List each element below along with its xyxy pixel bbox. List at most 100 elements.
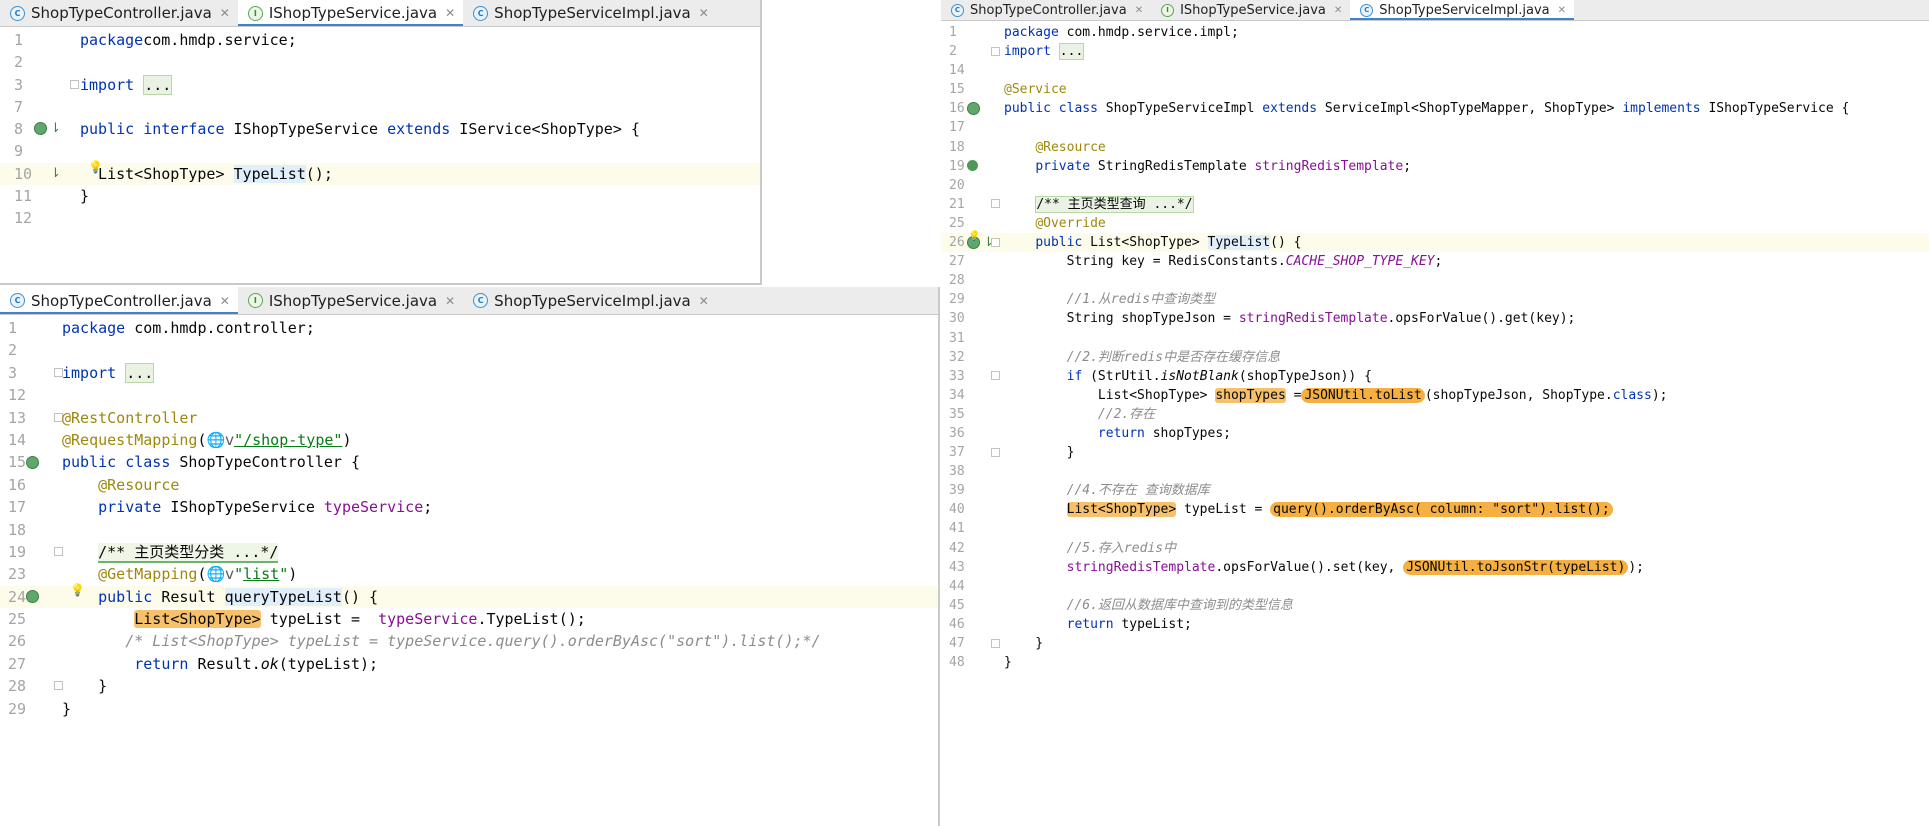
code-token: " — [279, 565, 289, 584]
spring-bean-icon[interactable] — [967, 101, 980, 115]
autowired-bean-icon[interactable] — [967, 160, 978, 172]
editor-pane-top-left: C ShopTypeController.java ✕ I IShopTypeServi… — [0, 0, 762, 285]
code-text: return shopTypes; — [1004, 424, 1231, 443]
code-line: 15 public class ShopTypeController { — [0, 451, 938, 473]
editor-tab[interactable]: I IShopTypeService.java ✕ — [1151, 0, 1350, 20]
code-line: 17 private IShopTypeService typeService; — [0, 496, 938, 518]
code-token: JSONUtil.toJsonStr(typeList) — [1403, 559, 1629, 575]
implemented-method-icon[interactable]: ⇂ — [50, 166, 61, 182]
spring-bean-icon[interactable] — [26, 455, 39, 469]
line-number: 38 — [949, 464, 965, 480]
tab-label: ShopTypeController.java — [970, 2, 1127, 18]
code-text: @Service — [1004, 80, 1067, 99]
line-number: 34 — [949, 387, 965, 403]
code-token: public interface — [80, 120, 225, 139]
editor-tab[interactable]: C ShopTypeServiceImpl.java ✕ — [463, 287, 717, 314]
java-class-icon: C — [1360, 3, 1374, 17]
close-icon[interactable]: ✕ — [220, 6, 230, 20]
code-text: @Resource — [62, 474, 179, 496]
line-number: 45 — [949, 597, 965, 613]
code-text: @Resource — [1004, 138, 1105, 157]
line-number: 16 — [949, 101, 965, 117]
close-icon[interactable]: ✕ — [1334, 5, 1342, 16]
code-token: import — [80, 75, 135, 94]
editor-tab[interactable]: C ShopTypeController.java ✕ — [0, 287, 238, 314]
editor-tab[interactable]: C ShopTypeServiceImpl.java ✕ — [463, 0, 717, 26]
line-number: 25 — [8, 610, 27, 629]
code-token: query().orderByAsc( column: "sort").list… — [1270, 502, 1613, 518]
intention-bulb-icon[interactable]: 💡 — [968, 231, 980, 242]
code-token: stringRedisTemplate — [1254, 158, 1404, 174]
pane-gap — [762, 0, 941, 285]
spring-bean-icon[interactable] — [26, 589, 39, 603]
code-text: String shopTypeJson = stringRedisTemplat… — [1004, 309, 1576, 328]
code-line: 14 @RequestMapping(🌐v"/shop-type") — [0, 429, 938, 451]
code-line: 2 — [0, 339, 938, 361]
fold-toggle-icon[interactable] — [991, 199, 1000, 209]
line-number: 3 — [14, 75, 24, 94]
fold-toggle-icon[interactable] — [991, 447, 1000, 457]
code-editor[interactable]: 1 package com.hmdp.controller; 2 3 import ..… — [0, 315, 938, 720]
code-text: @RestController — [62, 407, 197, 429]
code-line: 3 import ... — [0, 362, 938, 384]
code-text: public List<ShopType> TypeList() { — [1004, 233, 1301, 252]
fold-toggle-icon[interactable] — [991, 371, 1000, 381]
code-text: } — [1004, 653, 1012, 672]
line-number: 46 — [949, 616, 965, 632]
editor-tab[interactable]: C ShopTypeServiceImpl.java ✕ — [1350, 0, 1575, 20]
editor-tab[interactable]: I IShopTypeService.java ✕ — [237, 0, 464, 26]
code-token: List<ShopType> — [134, 610, 261, 629]
close-icon[interactable]: ✕ — [1135, 5, 1143, 16]
editor-tab[interactable]: I IShopTypeService.java ✕ — [238, 287, 463, 314]
editor-tab[interactable]: C ShopTypeController.java ✕ — [0, 0, 238, 26]
close-icon[interactable]: ✕ — [699, 6, 709, 20]
code-token: ok — [260, 654, 279, 673]
code-text: //2.存在 — [1004, 405, 1155, 424]
fold-toggle-icon[interactable] — [70, 79, 79, 89]
close-icon[interactable]: ✕ — [445, 294, 455, 308]
code-token: ); — [1628, 559, 1644, 575]
code-token: import — [1004, 44, 1051, 60]
line-number: 25 — [949, 215, 965, 231]
code-line: 14 — [941, 61, 1929, 80]
close-icon[interactable]: ✕ — [1558, 5, 1566, 16]
line-number: 29 — [8, 699, 27, 718]
code-token: typeList; — [1113, 616, 1192, 632]
line-number: 19 — [8, 542, 27, 561]
editor-tab[interactable]: C ShopTypeController.java ✕ — [941, 0, 1151, 20]
fold-toggle-icon[interactable] — [991, 46, 1000, 56]
code-line: 47 } — [941, 634, 1929, 653]
code-editor[interactable]: 1 package com.hmdp.service.impl; 2 import .… — [941, 21, 1929, 672]
code-text: stringRedisTemplate.opsForValue().set(ke… — [1004, 558, 1644, 577]
overrides-method-icon[interactable]: ⇂ — [983, 235, 994, 251]
code-line: 2 — [0, 51, 760, 73]
code-token: ; — [1434, 254, 1443, 270]
spring-bean-icon[interactable] — [34, 122, 47, 136]
code-line: 7 — [0, 96, 760, 118]
code-text: } — [62, 675, 107, 697]
code-text: } — [80, 185, 89, 207]
code-text: return Result.ok(typeList); — [62, 653, 378, 675]
code-token: ( — [197, 565, 207, 584]
code-editor[interactable]: 1 packagecom.hmdp.service; 2 3 import ... 7 8 ⇂… — [0, 27, 760, 230]
line-number: 12 — [8, 386, 27, 405]
code-token: com.hmdp.service; — [143, 31, 297, 49]
line-number: 37 — [949, 445, 965, 461]
implemented-method-icon[interactable]: ⇂ — [50, 121, 61, 137]
line-number: 23 — [8, 565, 27, 584]
fold-toggle-icon[interactable] — [991, 638, 1000, 648]
line-number: 14 — [8, 430, 27, 449]
close-icon[interactable]: ✕ — [699, 294, 709, 308]
close-icon[interactable]: ✕ — [445, 6, 455, 20]
close-icon[interactable]: ✕ — [220, 294, 230, 308]
code-token: ... — [1058, 43, 1085, 61]
code-text: @Override — [1004, 214, 1105, 233]
code-token: (StrUtil. — [1082, 368, 1161, 384]
code-text: String key = RedisConstants.CACHE_SHOP_T… — [1004, 252, 1443, 271]
code-token: } — [80, 187, 90, 206]
